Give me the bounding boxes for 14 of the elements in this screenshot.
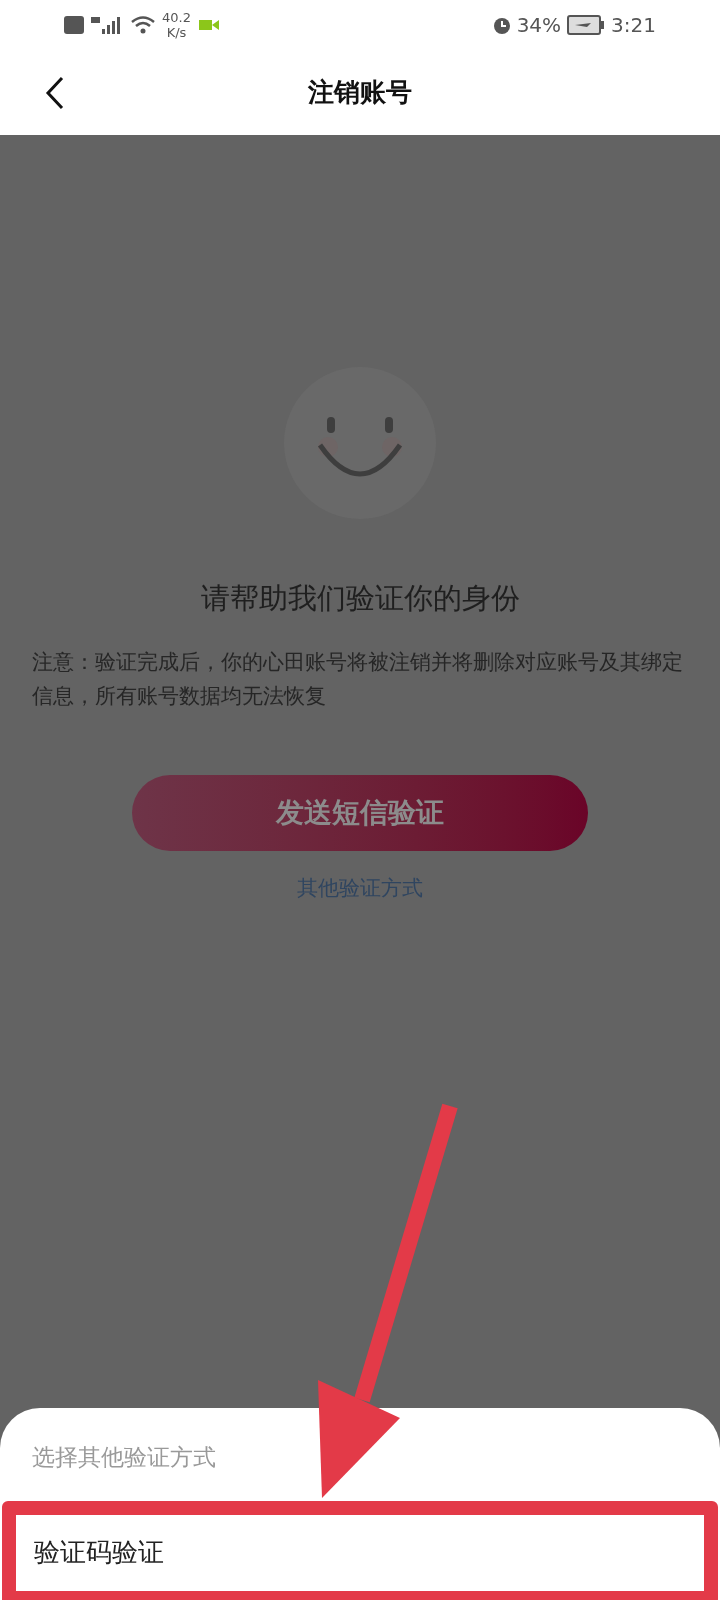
network-speed-unit: K/s [166, 25, 187, 40]
wifi-icon [130, 15, 156, 35]
video-camera-icon [198, 19, 219, 31]
verify-heading: 请帮助我们验证你的身份 [200, 580, 520, 617]
notice-text: 注意：验证完成后，你的心田账号将被注销并将删除对应账号及其绑定信息，所有账号数据均无法恢复 [31, 648, 684, 710]
battery-charging-icon [567, 15, 606, 35]
battery-percent: 34% [516, 12, 562, 39]
clock-time: 3:21 [611, 12, 656, 39]
option-item[interactable]: 验证码验证 [2, 1500, 718, 1600]
network-speed: 40.2 [162, 10, 191, 25]
smiley-face-icon [282, 365, 438, 521]
send-sms-button[interactable]: 发送短信验证 [132, 774, 588, 851]
page-title: 注销账号 [308, 77, 412, 107]
sheet-title: 选择其他验证方式 [32, 1443, 217, 1472]
